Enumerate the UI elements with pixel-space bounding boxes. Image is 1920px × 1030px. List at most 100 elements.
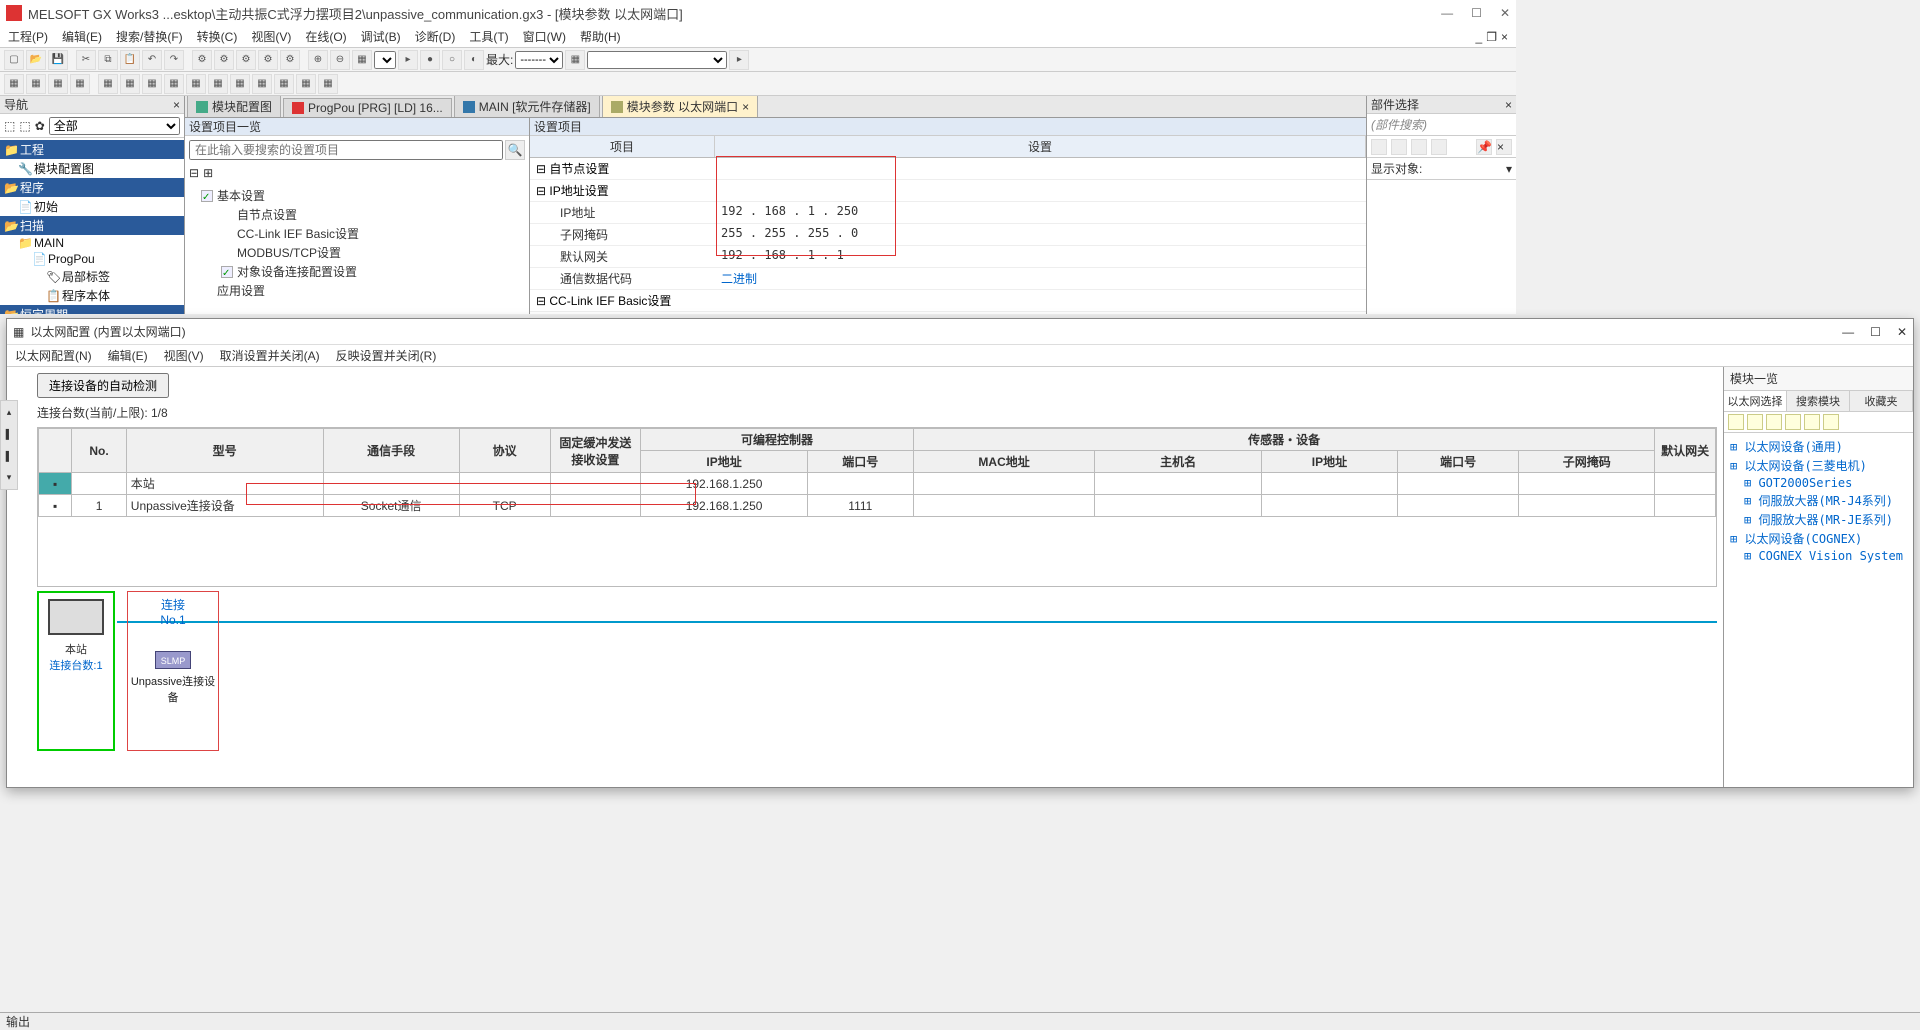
grid-value[interactable]: 二进制: [715, 268, 1366, 289]
module-tree[interactable]: ⊞ 以太网设备(通用)⊞ 以太网设备(三菱电机)⊞ GOT2000Series ⊞…: [1724, 433, 1913, 787]
menu-diagnose[interactable]: 诊断(D): [415, 28, 456, 45]
module-tree-item[interactable]: ⊞ GOT2000Series: [1728, 475, 1909, 491]
grid-row[interactable]: 子网掩码255 . 255 . 255 . 0: [530, 224, 1366, 246]
side-down-icon[interactable]: ▾: [7, 472, 12, 483]
module-tree-item[interactable]: ⊞ 以太网设备(通用): [1728, 437, 1909, 456]
close-button[interactable]: ✕: [1500, 6, 1510, 20]
grid-row[interactable]: IP地址192 . 168 . 1 . 250: [530, 202, 1366, 224]
module-tree-item[interactable]: ⊞ 以太网设备(COGNEX): [1728, 529, 1909, 548]
tool-btn[interactable]: ⚙: [280, 50, 300, 70]
tree-tool-icon[interactable]: ⊞: [203, 166, 213, 180]
nav-item[interactable]: 📄初始: [0, 197, 184, 216]
zoom-in-button[interactable]: ⊕: [308, 50, 328, 70]
tool-btn[interactable]: ⚙: [236, 50, 256, 70]
parts-close-icon[interactable]: ×: [1505, 98, 1512, 112]
th-model[interactable]: 型号: [126, 429, 323, 473]
tool-btn[interactable]: ○: [442, 50, 462, 70]
open-button[interactable]: 📂: [26, 50, 46, 70]
document-tab[interactable]: 模块配置图: [187, 96, 281, 117]
minimize-button[interactable]: —: [1441, 6, 1453, 20]
nav-item[interactable]: 📂恒定周期: [0, 305, 184, 314]
tab-close-icon[interactable]: ×: [742, 100, 749, 114]
mdi-minimize-icon[interactable]: _: [1476, 30, 1483, 44]
settings-tree-item[interactable]: 应用设置: [189, 281, 525, 300]
side-up-icon[interactable]: ▴: [7, 407, 12, 418]
new-button[interactable]: ▢: [4, 50, 24, 70]
dlg-menu-cancel[interactable]: 取消设置并关闭(A): [220, 347, 320, 364]
tool-btn[interactable]: ▦: [296, 74, 316, 94]
menu-search[interactable]: 搜索/替换(F): [116, 28, 183, 45]
tool-btn[interactable]: ⚙: [258, 50, 278, 70]
tab-search-module[interactable]: 搜索模块: [1787, 391, 1850, 411]
nav-item[interactable]: 📁MAIN: [0, 235, 184, 251]
dlg-minimize-button[interactable]: —: [1842, 325, 1854, 339]
dlg-menu-view[interactable]: 视图(V): [164, 347, 204, 364]
tool-btn[interactable]: ●: [420, 50, 440, 70]
maximize-button[interactable]: ☐: [1471, 6, 1482, 20]
module-tool-icon[interactable]: [1785, 414, 1801, 430]
dlg-close-button[interactable]: ✕: [1897, 325, 1907, 339]
dlg-menu-edit[interactable]: 编辑(E): [108, 347, 148, 364]
th-proto[interactable]: 协议: [459, 429, 550, 473]
undo-button[interactable]: ↶: [142, 50, 162, 70]
settings-search-input[interactable]: [189, 140, 503, 160]
nav-filter-combo[interactable]: 全部: [49, 117, 180, 135]
tool-btn[interactable]: ▦: [98, 74, 118, 94]
side-tab[interactable]: ▌: [6, 451, 12, 461]
toolbar-combo-2[interactable]: [587, 51, 727, 69]
th-plc-ip[interactable]: IP地址: [641, 451, 807, 473]
module-tree-item[interactable]: ⊞ 伺服放大器(MR-JE系列): [1728, 510, 1909, 529]
zoom-out-button[interactable]: ⊖: [330, 50, 350, 70]
tool-btn[interactable]: ▦: [120, 74, 140, 94]
th-host[interactable]: 主机名: [1095, 451, 1261, 473]
module-tool-icon[interactable]: [1747, 414, 1763, 430]
tool-btn[interactable]: ▦: [164, 74, 184, 94]
settings-tree[interactable]: 基本设置自节点设置CC-Link IEF Basic设置MODBUS/TCP设置…: [185, 182, 529, 314]
settings-tree-item[interactable]: 对象设备连接配置设置: [189, 262, 525, 281]
tool-btn[interactable]: ▦: [208, 74, 228, 94]
module-tool-icon[interactable]: [1804, 414, 1820, 430]
module-tree-item[interactable]: ⊞ 以太网设备(三菱电机): [1728, 456, 1909, 475]
tool-btn[interactable]: ▦: [142, 74, 162, 94]
host-station[interactable]: 本站 连接台数:1: [37, 591, 115, 751]
th-sensor[interactable]: 传感器・设备: [913, 429, 1655, 451]
tool-btn[interactable]: ▦: [26, 74, 46, 94]
pin-icon[interactable]: 📌: [1476, 139, 1492, 155]
menu-tools[interactable]: 工具(T): [469, 28, 508, 45]
tool-btn[interactable]: ▦: [318, 74, 338, 94]
grid-value[interactable]: 192 . 168 . 1 . 1: [715, 246, 1366, 267]
settings-tree-item[interactable]: 自节点设置: [189, 205, 525, 224]
search-go-button[interactable]: 🔍: [505, 140, 525, 160]
parts-tool-icon[interactable]: [1411, 139, 1427, 155]
menu-help[interactable]: 帮助(H): [580, 28, 621, 45]
nav-tree[interactable]: 📁工程🔧模块配置图📂程序📄初始📂扫描📁MAIN📄ProgPou🏷局部标签📋程序本…: [0, 138, 184, 314]
nav-tool-icon[interactable]: ⬚: [19, 119, 30, 133]
tab-ethernet-select[interactable]: 以太网选择: [1724, 391, 1787, 411]
th-buf[interactable]: 固定缓冲发送接收设置: [550, 429, 641, 473]
grid-value[interactable]: 255 . 255 . 255 . 0: [715, 224, 1366, 245]
parts-search[interactable]: (部件搜索): [1367, 114, 1516, 136]
th-gw[interactable]: 默认网关: [1655, 429, 1716, 473]
mdi-close-icon[interactable]: ×: [1501, 30, 1508, 44]
gear-icon[interactable]: ✿: [35, 119, 45, 133]
module-tool-icon[interactable]: [1728, 414, 1744, 430]
nav-item[interactable]: 📄ProgPou: [0, 251, 184, 267]
tool-btn[interactable]: ▦: [48, 74, 68, 94]
connection-1[interactable]: 连接 No.1 SLMP Unpassive连接设备: [127, 591, 219, 751]
grid-row[interactable]: 默认网关192 . 168 . 1 . 1: [530, 246, 1366, 268]
redo-button[interactable]: ↷: [164, 50, 184, 70]
grid-row[interactable]: CC-Link IEF Basic使用有无不使用: [530, 312, 1366, 314]
toolbar-combo-1[interactable]: [374, 51, 396, 69]
cut-button[interactable]: ✂: [76, 50, 96, 70]
grid-section-header[interactable]: ⊟ CC-Link IEF Basic设置: [530, 290, 1366, 312]
module-tool-icon[interactable]: [1766, 414, 1782, 430]
document-tab[interactable]: 模块参数 以太网端口×: [602, 96, 758, 117]
auto-detect-button[interactable]: 连接设备的自动检测: [37, 373, 169, 398]
document-tab[interactable]: MAIN [软元件存储器]: [454, 96, 600, 117]
nav-item[interactable]: 📂程序: [0, 178, 184, 197]
copy-button[interactable]: ⧉: [98, 50, 118, 70]
tool-btn[interactable]: ▦: [352, 50, 372, 70]
parts-tool-icon[interactable]: [1391, 139, 1407, 155]
grid-section-header[interactable]: ⊟ 自节点设置: [530, 158, 1366, 180]
menu-project[interactable]: 工程(P): [8, 28, 48, 45]
